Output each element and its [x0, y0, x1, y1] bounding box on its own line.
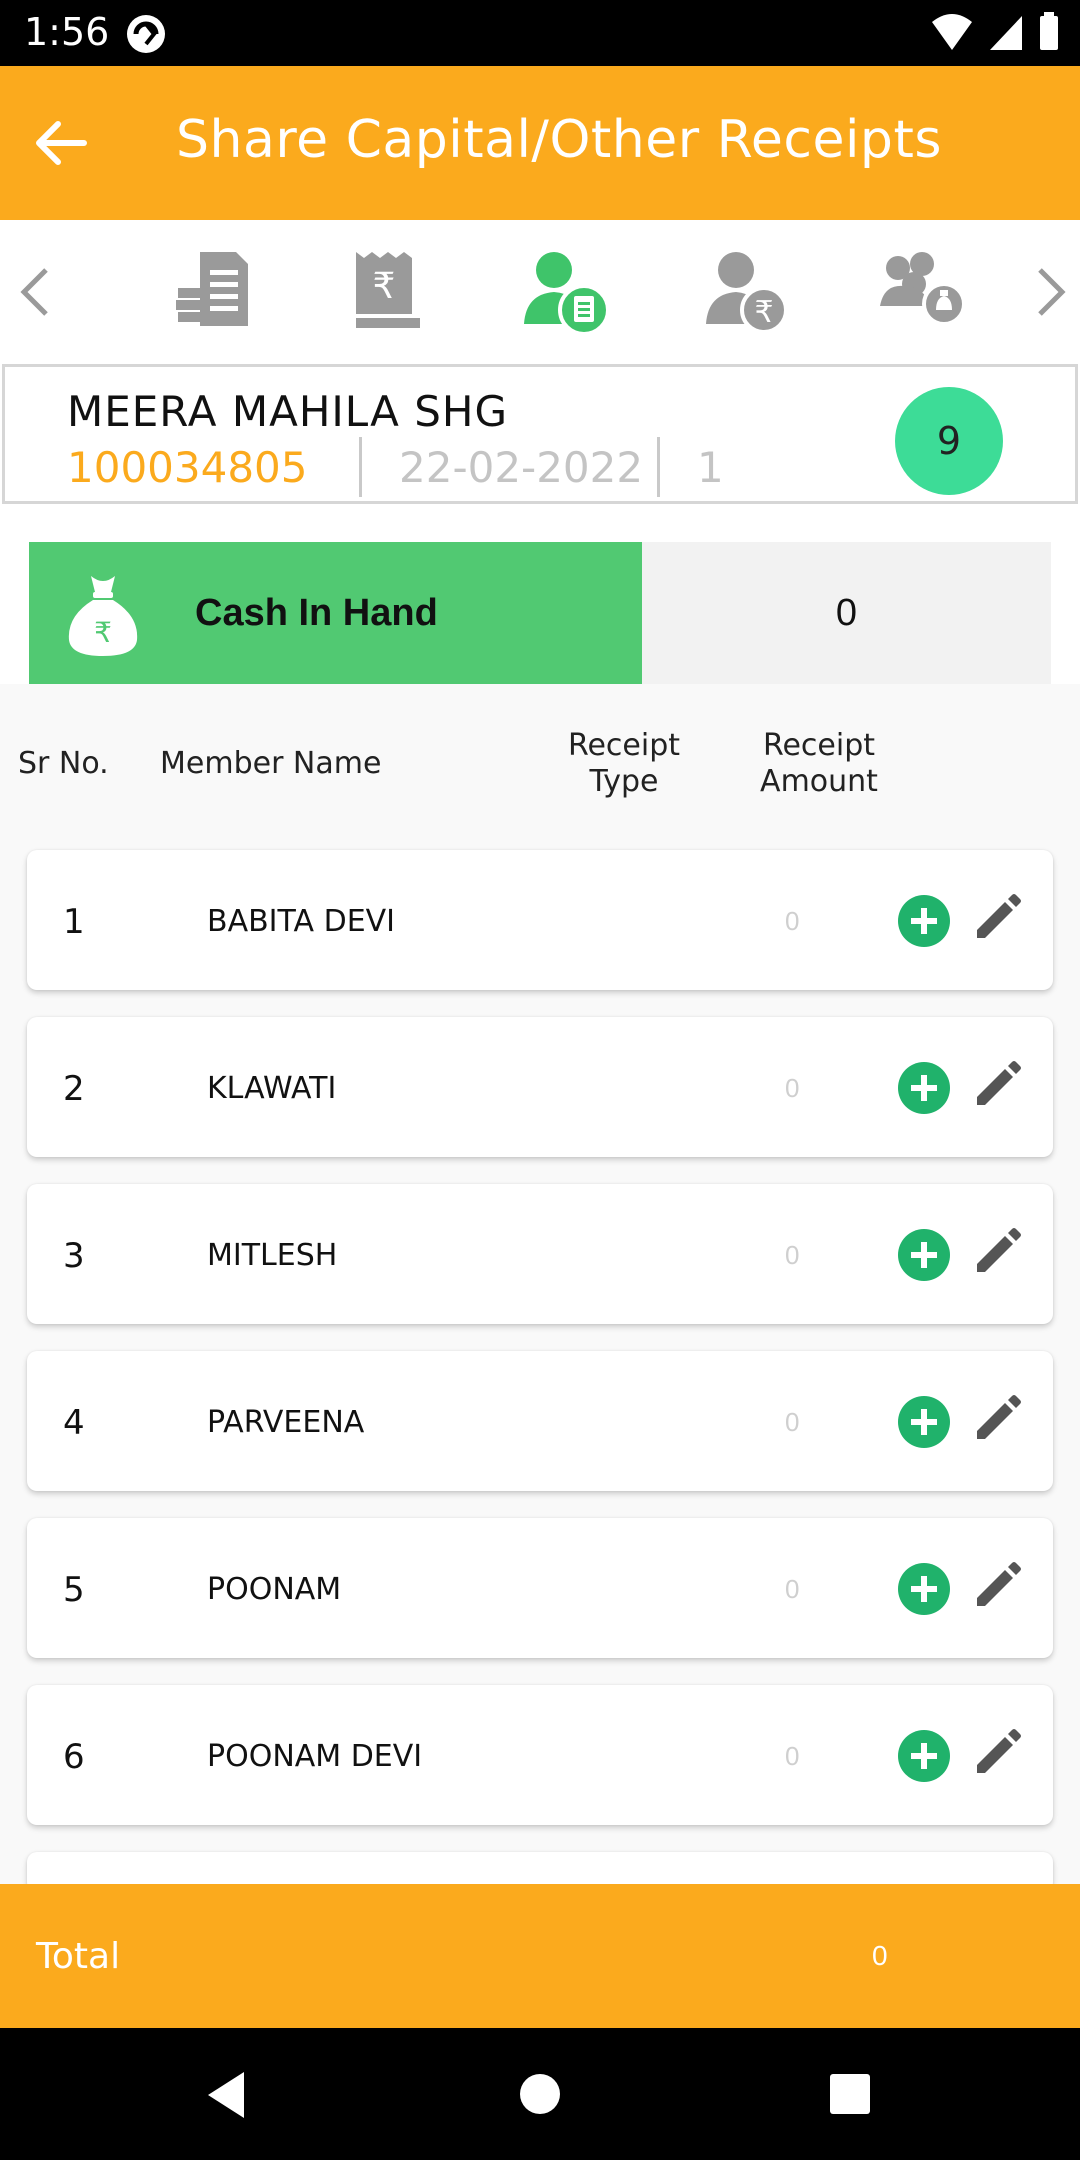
- svg-text:₹: ₹: [94, 616, 112, 649]
- battery-icon: [1040, 12, 1058, 50]
- member-name: PARVEENA: [207, 1405, 365, 1440]
- shg-name: MEERA MAHILA SHG: [67, 387, 509, 436]
- add-circle-icon[interactable]: [897, 1061, 951, 1115]
- divider: [359, 437, 362, 497]
- nav-recents-icon[interactable]: [828, 2072, 872, 2116]
- member-row[interactable]: 4 PARVEENA 0: [27, 1351, 1053, 1491]
- nav-back-icon[interactable]: [204, 2070, 248, 2120]
- meeting-number: 1: [697, 443, 724, 492]
- edit-pencil-icon[interactable]: [969, 1727, 1023, 1781]
- rupee-receipt-icon[interactable]: ₹: [336, 244, 432, 340]
- column-header-receipt-type: Receipt Type: [554, 728, 694, 800]
- add-circle-icon[interactable]: [897, 1228, 951, 1282]
- status-bar: 1:56: [0, 0, 1080, 66]
- column-header-receipt-amount-line1: Receipt: [762, 728, 876, 763]
- member-row[interactable]: 2 KLAWATI 0: [27, 1017, 1053, 1157]
- receipt-amount: 0: [785, 1240, 800, 1270]
- receipt-amount: 0: [785, 1407, 800, 1437]
- member-sr-no: 5: [63, 1570, 85, 1610]
- member-sr-no: 2: [63, 1069, 85, 1109]
- column-header-receipt-type-line1: Receipt: [567, 728, 681, 763]
- app-header: Share Capital/Other Receipts: [0, 66, 1080, 220]
- status-time: 1:56: [24, 10, 110, 54]
- add-circle-icon[interactable]: [897, 1395, 951, 1449]
- member-count-badge: 9: [895, 387, 1003, 495]
- add-circle-icon[interactable]: [897, 894, 951, 948]
- member-row[interactable]: 5 POONAM 0: [27, 1518, 1053, 1658]
- member-row[interactable]: 1 BABITA DEVI 0: [27, 850, 1053, 990]
- member-sr-no: 3: [63, 1236, 85, 1276]
- svg-text:₹: ₹: [373, 266, 396, 307]
- column-header-sr-no: Sr No.: [18, 746, 109, 781]
- add-circle-icon[interactable]: [897, 1562, 951, 1616]
- member-name: BABITA DEVI: [207, 904, 396, 939]
- column-header-member-name: Member Name: [160, 746, 382, 781]
- edit-pencil-icon[interactable]: [969, 1226, 1023, 1280]
- cash-in-hand-box: ₹ Cash In Hand: [29, 542, 642, 684]
- column-header-receipt-type-line2: Type: [589, 764, 659, 799]
- signal-icon: [990, 16, 1022, 50]
- member-sr-no: 6: [63, 1737, 85, 1777]
- svg-text:₹: ₹: [754, 295, 773, 330]
- receipt-amount: 0: [785, 906, 800, 936]
- member-rupee-icon[interactable]: ₹: [698, 244, 794, 340]
- wifi-icon: [932, 14, 972, 50]
- meeting-date: 22-02-2022: [399, 443, 644, 492]
- shg-info-card: MEERA MAHILA SHG 100034805 22-02-2022 1 …: [2, 364, 1078, 504]
- back-arrow-icon[interactable]: [28, 110, 94, 176]
- receipt-amount: 0: [785, 1073, 800, 1103]
- cash-in-hand-label: Cash In Hand: [195, 592, 438, 634]
- page-title: Share Capital/Other Receipts: [176, 110, 942, 170]
- cash-in-hand-value-box: 0: [642, 542, 1051, 684]
- member-row[interactable]: 3 MITLESH 0: [27, 1184, 1053, 1324]
- member-name: POONAM DEVI: [207, 1739, 423, 1774]
- icon-tab-bar: ₹ ₹: [0, 220, 1080, 362]
- edit-pencil-icon[interactable]: [969, 1393, 1023, 1447]
- member-sr-no: 4: [63, 1403, 85, 1443]
- column-header-receipt-amount-line2: Amount: [760, 764, 878, 799]
- edit-pencil-icon[interactable]: [969, 892, 1023, 946]
- chevron-right-icon[interactable]: [1024, 262, 1074, 322]
- receipt-amount: 0: [785, 1741, 800, 1771]
- nav-home-icon[interactable]: [518, 2072, 562, 2116]
- shg-id: 100034805: [67, 443, 308, 492]
- cash-in-hand-value: 0: [835, 592, 858, 634]
- edit-pencil-icon[interactable]: [969, 1560, 1023, 1614]
- divider: [657, 437, 660, 497]
- member-name: KLAWATI: [207, 1071, 337, 1106]
- add-circle-icon[interactable]: [897, 1729, 951, 1783]
- total-label: Total: [36, 1936, 121, 1977]
- column-header-receipt-amount: Receipt Amount: [744, 728, 894, 800]
- member-clipboard-icon[interactable]: [518, 244, 614, 340]
- member-name: POONAM: [207, 1572, 342, 1607]
- group-money-bag-icon[interactable]: [874, 244, 970, 340]
- total-bar: Total 0: [0, 1884, 1080, 2028]
- member-name: MITLESH: [207, 1238, 338, 1273]
- member-sr-no: 1: [63, 902, 85, 942]
- member-list-area: Sr No. Member Name Receipt Type Receipt …: [0, 684, 1080, 1892]
- status-icons: [930, 12, 1060, 52]
- edit-pencil-icon[interactable]: [969, 1059, 1023, 1113]
- chevron-left-icon[interactable]: [12, 262, 62, 322]
- total-value: 0: [872, 1940, 888, 1971]
- document-list-icon[interactable]: [164, 244, 260, 340]
- app-notification-icon: [127, 15, 165, 53]
- system-nav-bar: [0, 2028, 1080, 2160]
- member-row[interactable]: 6 POONAM DEVI 0: [27, 1685, 1053, 1825]
- receipt-amount: 0: [785, 1574, 800, 1604]
- money-bag-icon: ₹: [68, 576, 138, 656]
